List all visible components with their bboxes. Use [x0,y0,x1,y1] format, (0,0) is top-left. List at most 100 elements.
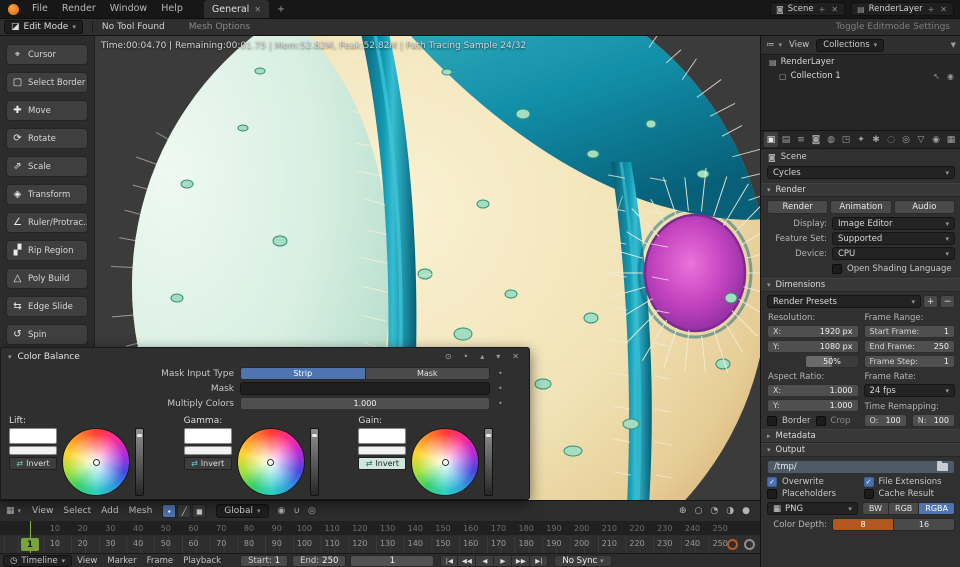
tool-spin-button[interactable]: ↺ Spin [6,324,88,345]
gamma-color-wheel[interactable] [236,428,305,496]
rgb-button[interactable]: RGB [889,502,920,515]
mode-dropdown[interactable]: ◪ Edit Mode ▾ [4,20,83,34]
outliner-editor-icon[interactable]: ≔ [766,40,775,50]
render-button[interactable]: Render [767,200,829,214]
pivot-point-icon[interactable]: ◉ [274,506,290,516]
animate-dot-icon[interactable]: • [498,369,503,378]
tab-object-data[interactable]: ▽ [914,132,928,147]
current-frame-field[interactable]: 1 [350,554,435,567]
tab-physics[interactable]: ◌ [884,132,898,147]
current-frame-indicator[interactable]: 1 [21,538,39,551]
move-down-icon[interactable]: ▾ [493,352,503,361]
outliner-item-renderlayer[interactable]: ▤ RenderLayer [761,55,960,69]
new-scene-button[interactable]: + [818,5,827,14]
vertex-select-button[interactable]: ∙ [162,504,177,518]
tool-ruler-button[interactable]: ∠ Ruler/Protrac... [6,212,88,233]
jump-to-end-button[interactable]: ▶| [530,554,549,567]
close-icon[interactable]: ✕ [509,352,522,361]
filter-icon[interactable]: ▼ [951,41,956,49]
timeline-editor-selector[interactable]: ◷ Timeline ▾ [3,554,73,567]
keyframe-dot-icon[interactable]: • [461,352,472,361]
menu-add[interactable]: Add [96,501,123,522]
aspect-x-slider[interactable]: X: 1.000 [767,384,859,397]
aspect-y-slider[interactable]: Y: 1.000 [767,399,859,412]
blender-logo-icon[interactable] [8,3,19,15]
menu-timeline-view[interactable]: View [72,554,102,567]
tab-texture[interactable]: ▦ [944,132,958,147]
prev-keyframe-button[interactable]: ◀◀ [458,554,477,567]
metadata-panel-header[interactable]: ▸ Metadata [761,429,960,443]
play-button[interactable]: ▶ [494,554,513,567]
scene-selector[interactable]: ◙ Scene + ✕ [769,2,846,16]
file-extensions-checkbox[interactable]: ✓ [863,477,874,487]
timeline-ruler[interactable]: 10 20 30 40 50 60 70 80 90 100 110 120 130 140 150 160 1… [0,536,760,553]
outliner-item-collection[interactable]: ▢ Collection 1 ↖ ◉ [761,69,960,83]
sync-mode-dropdown[interactable]: No Sync ▾ [554,554,612,567]
menu-render[interactable]: Render [55,0,103,18]
lift-color-wheel[interactable] [62,428,130,496]
menu-file[interactable]: File [25,0,55,18]
workspace-tab-general[interactable]: General ✕ [203,0,270,18]
mask-button[interactable]: Mask [365,367,490,380]
delete-scene-button[interactable]: ✕ [830,5,839,14]
transform-orientation-dropdown[interactable]: Global ▾ [216,504,269,518]
selectable-icon[interactable]: ↖ [933,72,940,81]
gizmos-icon[interactable]: ⊕ [675,506,691,516]
gain-invert-button[interactable]: ⇄ Invert [358,457,407,470]
start-frame-field[interactable]: Start: 1 [240,554,289,567]
gain-strength-slider[interactable] [484,428,494,496]
render-layer-selector[interactable]: ▤ RenderLayer + ✕ [851,2,954,16]
resolution-percentage-slider[interactable]: 50% [805,355,859,368]
gain-color-wheel[interactable] [411,428,480,496]
placeholders-checkbox[interactable] [767,489,777,499]
feature-set-dropdown[interactable]: Supported ▾ [832,232,955,245]
output-panel-header[interactable]: ▾ Output [761,443,960,457]
gamma-invert-button[interactable]: ⇄ Invert [183,457,232,470]
shading-solid-icon[interactable]: ◔ [706,506,722,516]
editor-type-button[interactable]: ▦ ▾ [0,506,27,516]
mask-input[interactable] [240,382,490,395]
auto-keyframe-icon[interactable] [727,539,738,550]
menu-window[interactable]: Window [103,0,154,18]
overwrite-checkbox[interactable]: ✓ [767,477,777,487]
end-frame-field[interactable]: End: 250 [292,554,347,567]
color-balance-header[interactable]: ▾ Color Balance ⊙ • ▴ ▾ ✕ [1,348,529,365]
gamma-value-slider[interactable] [183,446,232,455]
gain-value-slider[interactable] [358,446,407,455]
gain-color-swatch[interactable] [358,428,407,444]
display-mode-dropdown[interactable]: Image Editor ▾ [832,217,955,230]
lift-color-swatch[interactable] [9,428,57,444]
depth-8-button[interactable]: 8 [832,518,894,531]
tab-constraints[interactable]: ◎ [899,132,913,147]
tool-cursor-button[interactable]: ⌖ Cursor [6,44,88,65]
mute-eye-icon[interactable]: ⊙ [442,352,455,361]
color-balance-panel[interactable]: ▾ Color Balance ⊙ • ▴ ▾ ✕ Mask Input Typ… [0,347,530,500]
remap-new-slider[interactable]: N: 100 [911,414,955,427]
tool-move-button[interactable]: ✚ Move [6,100,88,121]
add-preset-button[interactable]: + [923,295,938,308]
timeline-area[interactable]: 10 20 30 40 50 60 70 80 90 100 110 120 130 140 150 160 1… [0,521,760,553]
osl-checkbox[interactable] [832,264,842,274]
lift-strength-slider[interactable] [135,428,144,496]
border-checkbox[interactable] [767,415,777,426]
tool-rip-region-button[interactable]: ▞ Rip Region [6,240,88,261]
tab-modifiers[interactable]: ✦ [854,132,868,147]
output-path-field[interactable]: /tmp/ [767,460,955,474]
render-audio-button[interactable]: Audio [893,200,955,214]
render-engine-dropdown[interactable]: Cycles ▾ [767,166,955,179]
multiply-colors-slider[interactable]: 1.000 [240,397,490,410]
shading-wireframe-icon[interactable]: ○ [691,506,707,516]
delete-layer-button[interactable]: ✕ [939,5,948,14]
start-frame-slider[interactable]: Start Frame: 1 [863,325,955,338]
render-presets-dropdown[interactable]: Render Presets ▾ [767,295,921,308]
resolution-x-slider[interactable]: X: 1920 px [767,325,859,338]
shading-rendered-icon[interactable]: ● [738,506,760,516]
end-frame-slider[interactable]: End Frame: 250 [863,340,955,353]
tab-render[interactable]: ▣ [764,132,778,147]
frame-step-slider[interactable]: Frame Step: 1 [863,355,955,368]
tool-rotate-button[interactable]: ⟳ Rotate [6,128,88,149]
cache-result-checkbox[interactable] [863,489,874,499]
tool-scale-button[interactable]: ⇗ Scale [6,156,88,177]
remap-old-slider[interactable]: O: 100 [863,414,907,427]
lift-value-slider[interactable] [9,446,57,455]
